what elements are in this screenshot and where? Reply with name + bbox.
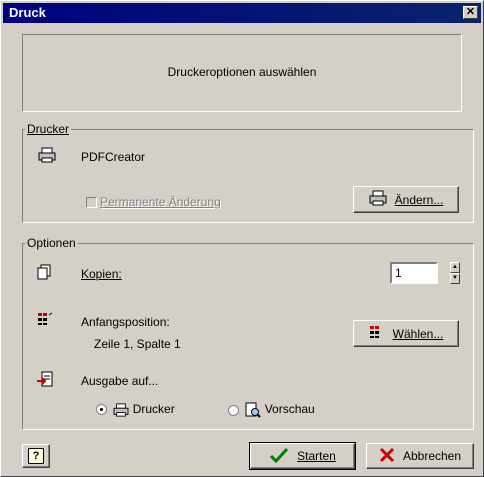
start-button[interactable]: Starten — [249, 442, 356, 470]
choose-position-label: Wählen... — [392, 326, 444, 341]
copies-input[interactable]: 1 — [390, 262, 438, 284]
start-button-label: Starten — [297, 449, 336, 463]
printer-name: PDFCreator — [81, 150, 146, 164]
permanent-change-label: Permanente Änderung — [100, 195, 221, 209]
help-icon: ? — [28, 448, 44, 464]
permanent-change-checkbox[interactable]: Permanente Änderung — [86, 195, 221, 209]
printer-group-legend: Drucker — [25, 122, 72, 136]
printer-icon — [38, 147, 56, 168]
radio-preview[interactable]: Vorschau — [228, 402, 315, 418]
printer-icon — [113, 402, 132, 417]
header-banner: Druckeroptionen auswählen — [22, 34, 462, 112]
spin-up-button[interactable]: ▲ — [450, 262, 460, 273]
cancel-button-label: Abbrechen — [402, 449, 462, 463]
permanent-change-checkbox-box[interactable] — [86, 197, 97, 209]
radio-printer[interactable]: Drucker — [96, 402, 175, 417]
window-title: Druck — [9, 5, 46, 20]
choose-position-button[interactable]: Wählen... — [353, 320, 459, 347]
start-position-label: Anfangsposition: — [81, 315, 170, 329]
cancel-button[interactable]: Abbrechen — [366, 443, 474, 469]
printer-icon — [369, 190, 387, 209]
grid-position-icon — [369, 325, 385, 342]
start-position-value: Zeile 1, Spalte 1 — [94, 337, 181, 351]
title-bar: Druck ✕ — [3, 3, 481, 23]
radio-preview-label: Vorschau — [264, 402, 315, 417]
options-group-legend: Optionen — [25, 236, 78, 250]
radio-preview-button[interactable] — [228, 404, 239, 416]
checkmark-icon — [269, 447, 289, 466]
print-dialog: Druck ✕ Druckeroptionen auswählen Drucke… — [0, 0, 484, 477]
output-icon — [37, 371, 53, 392]
copies-spinner[interactable]: ▲ ▼ — [450, 262, 460, 284]
radio-printer-label: Drucker — [132, 402, 175, 416]
radio-printer-button[interactable] — [96, 404, 107, 416]
preview-magnifier-icon — [245, 402, 264, 418]
copies-label: Kopien: — [81, 267, 122, 281]
banner-text: Druckeroptionen auswählen — [167, 65, 317, 79]
help-button[interactable]: ? — [22, 444, 50, 468]
grid-position-icon — [37, 312, 53, 331]
spin-down-button[interactable]: ▼ — [450, 273, 460, 284]
copies-icon — [37, 264, 51, 285]
change-printer-button[interactable]: Ändern... — [353, 186, 459, 213]
change-printer-label: Ändern... — [394, 192, 444, 207]
red-x-icon — [379, 447, 395, 466]
output-label: Ausgabe auf... — [81, 374, 159, 388]
close-button[interactable]: ✕ — [463, 6, 478, 19]
